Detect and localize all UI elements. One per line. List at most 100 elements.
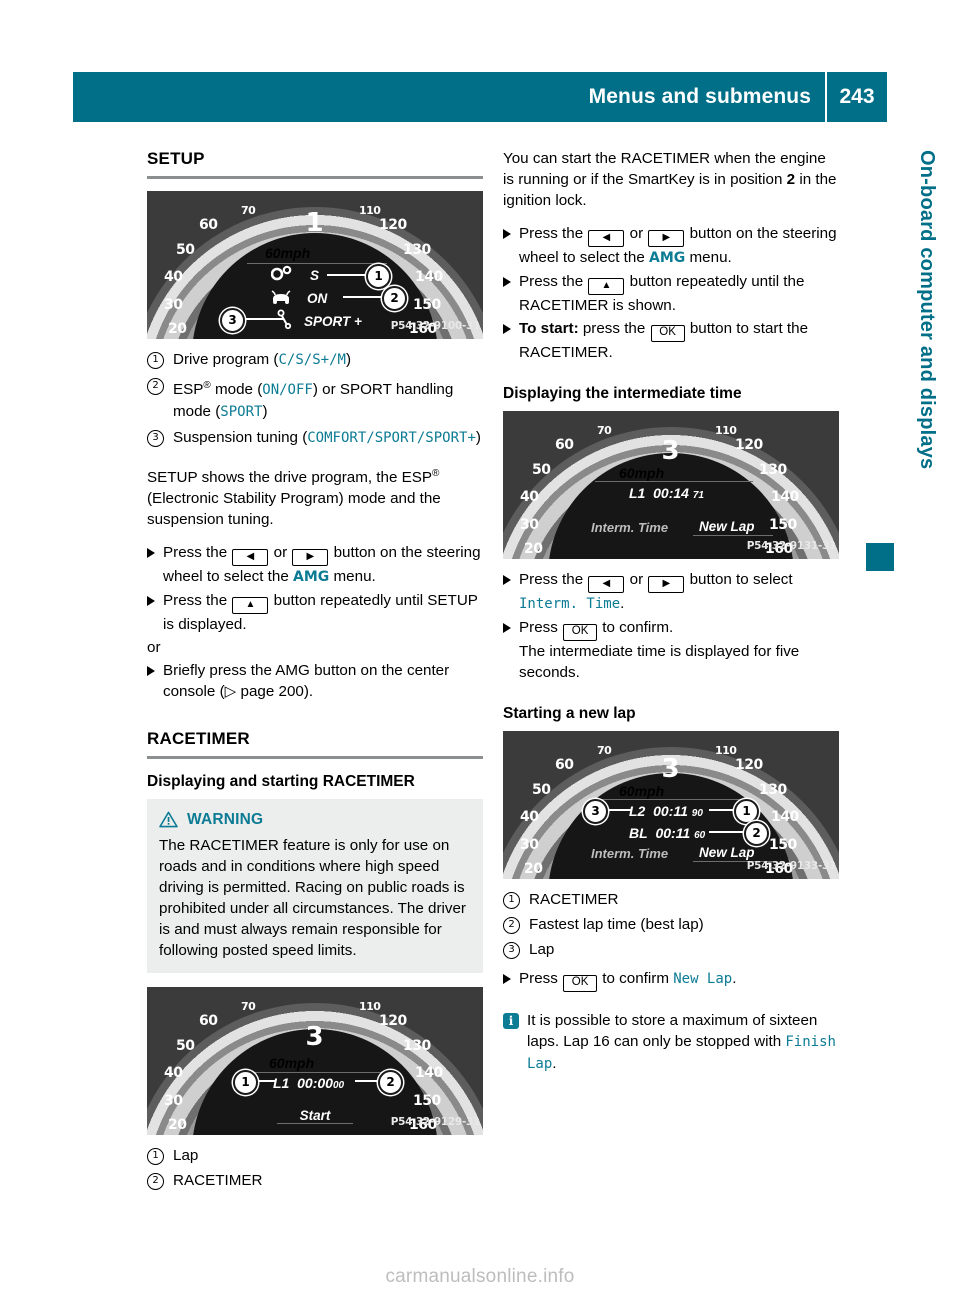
step-text-tail: . xyxy=(620,595,625,612)
speed-unit: mph xyxy=(634,465,665,481)
figure-new-lap-cluster: 70 60 50 40 30 20 110 120 130 140 150 16… xyxy=(503,731,839,879)
bullet-triangle-icon xyxy=(147,548,155,559)
lap-time: 00:14 xyxy=(653,485,689,501)
instruction-step: Press the ◀ or ▶ button on the steering … xyxy=(147,542,483,588)
up-arrow-button-key[interactable]: ▲ xyxy=(588,278,625,295)
callout-bubble-2: 2 xyxy=(378,1070,403,1096)
legend-item: 2 ESP® mode (ON/OFF) or SPORT handling m… xyxy=(147,375,483,423)
legend-text-pre: Suspension tuning ( xyxy=(173,429,308,447)
right-arrow-button-key[interactable]: ▶ xyxy=(292,549,329,567)
scale-40: 40 xyxy=(520,489,539,505)
display-value-2: SPORT xyxy=(220,404,263,421)
lap-time-fraction: 00 xyxy=(332,1080,345,1092)
scale-70: 70 xyxy=(597,424,612,437)
lap-time-fraction: 90 xyxy=(691,808,703,819)
menu-option-new-lap: New Lap xyxy=(699,519,755,534)
scale-20: 20 xyxy=(168,321,187,337)
display-value: COMFORT xyxy=(307,430,367,447)
callout-bubble-3: 3 xyxy=(220,308,245,333)
step-text-mid: or xyxy=(629,225,644,242)
display-value-new-lap: New Lap xyxy=(673,971,733,987)
note-part2: . xyxy=(552,1055,557,1072)
callout-bubble-3: 3 xyxy=(583,799,608,824)
bullet-triangle-icon xyxy=(503,623,511,633)
info-icon: i xyxy=(503,1013,519,1029)
ignition-position-value: 2 xyxy=(786,171,796,188)
left-arrow-button-key[interactable]: ◀ xyxy=(232,549,269,567)
right-arrow-button-key[interactable]: ▶ xyxy=(648,576,685,593)
scale-70: 70 xyxy=(241,1000,256,1014)
chapter-side-tab-label: On-board computer and displays xyxy=(916,150,938,470)
display-value-3: SPORT+ xyxy=(425,430,476,447)
esp-program-value: S xyxy=(310,268,320,283)
instruction-step: Press OK to confirm. The intermediate tim… xyxy=(503,617,839,683)
callout-leader-2 xyxy=(343,296,385,298)
amg-menu-value: AMG xyxy=(293,569,330,586)
legend-text-mid: mode ( xyxy=(210,381,263,399)
callout-bubble-1: 1 xyxy=(233,1070,258,1096)
best-lap-fraction: 60 xyxy=(694,830,706,841)
legend-number: 1 xyxy=(503,892,520,909)
display-value-2: SPORT xyxy=(374,430,417,447)
right-arrow-button-key[interactable]: ▶ xyxy=(648,230,685,247)
legend-label: Fastest lap time (best lap) xyxy=(529,916,704,933)
esp-car-pictogram xyxy=(271,290,291,304)
paragraph-part1: SETUP shows the drive program, the ESP xyxy=(147,469,433,487)
step-text-tail: menu. xyxy=(689,249,732,266)
bullet-triangle-icon xyxy=(503,575,511,585)
legend-label: Lap xyxy=(173,1147,199,1165)
left-arrow-button-key[interactable]: ◀ xyxy=(588,576,625,593)
scale-30: 30 xyxy=(520,837,539,853)
instruction-text: Press OK to confirm New Lap. xyxy=(519,968,839,992)
instruction-text: Press OK to confirm. The intermediate tim… xyxy=(519,617,839,683)
divider-hairline xyxy=(595,481,753,482)
callout-leader-1 xyxy=(709,809,735,811)
legend-number: 1 xyxy=(147,352,164,369)
callout-bubble-1: 1 xyxy=(366,264,391,289)
gear-indicator-wrap: 3 xyxy=(503,438,839,465)
info-note-text: It is possible to store a maximum of six… xyxy=(527,1010,839,1075)
scale-140: 140 xyxy=(415,269,443,285)
callout-leader-3 xyxy=(605,809,631,811)
page-number: 243 xyxy=(839,85,875,108)
page-title: Menus and submenus xyxy=(588,85,811,108)
legend-label: ESP® mode (ON/OFF) or SPORT handling mod… xyxy=(173,375,483,423)
step-text-post: to confirm xyxy=(602,970,669,987)
step-text-pre: Press the xyxy=(519,225,584,242)
step-text-pre: press the xyxy=(582,320,646,337)
left-column: SETUP 70 60 50 40 30 20 110 120 130 140 … xyxy=(147,148,483,1195)
display-value: ON/OFF xyxy=(262,382,313,399)
chapter-tab-marker xyxy=(866,543,894,571)
registered-mark: ® xyxy=(203,380,211,391)
bullet-triangle-icon xyxy=(503,974,511,984)
legend-text-post: ) xyxy=(345,351,351,368)
gear-indicator-wrap: 3 xyxy=(503,756,839,783)
ok-button-key[interactable]: OK xyxy=(650,325,685,342)
scale-20: 20 xyxy=(524,541,543,557)
ok-button-key[interactable]: OK xyxy=(563,975,598,992)
lap-label: L1 xyxy=(273,1075,290,1092)
info-note: i It is possible to store a maximum of s… xyxy=(503,1010,839,1075)
scale-50: 50 xyxy=(176,242,195,258)
legend-number: 3 xyxy=(147,430,164,448)
gear-indicator: 1 xyxy=(305,208,325,238)
display-value: C/S/S+/M xyxy=(278,352,346,368)
gear-indicator-wrap: 1 xyxy=(147,210,483,237)
note-part1: It is possible to store a maximum of six… xyxy=(527,1012,818,1050)
scale-150: 150 xyxy=(413,297,441,313)
page-header-bar: Menus and submenus 243 xyxy=(73,72,887,122)
legend-label: Lap xyxy=(529,941,555,958)
legend-label: Suspension tuning (COMFORT/SPORT/SPORT+) xyxy=(173,427,483,449)
step-text-pre: Press xyxy=(519,970,558,987)
scale-150: 150 xyxy=(769,837,797,853)
up-arrow-button-key[interactable]: ▲ xyxy=(232,597,269,615)
ok-button-key[interactable]: OK xyxy=(563,624,598,641)
source-watermark: carmanualsonline.info xyxy=(385,1266,575,1287)
registered-mark: ® xyxy=(432,468,440,480)
gear-indicator-wrap: 3 xyxy=(147,1024,483,1051)
left-arrow-button-key[interactable]: ◀ xyxy=(588,230,625,247)
step-text-pre: Press the xyxy=(163,544,228,562)
display-separator: / xyxy=(366,430,375,447)
figure-code-stamp: P54.32-9133-31 xyxy=(746,860,837,872)
bullet-triangle-icon xyxy=(503,277,511,287)
